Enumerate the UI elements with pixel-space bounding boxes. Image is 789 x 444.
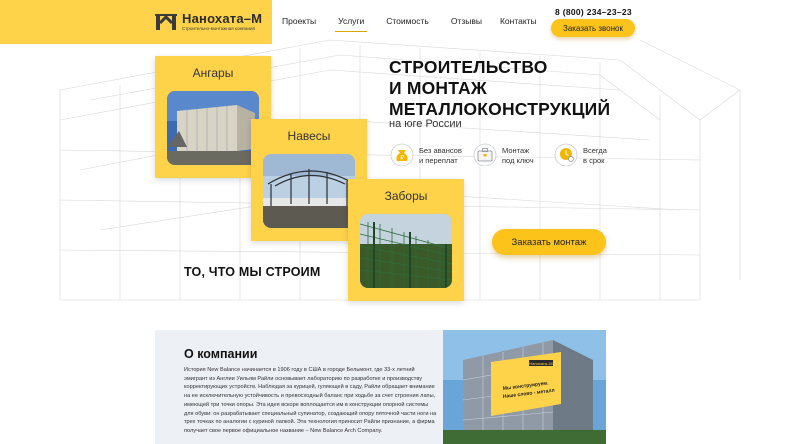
nav-reviews[interactable]: Отзывы	[451, 16, 482, 26]
hero-subtitle: на юге России	[389, 118, 462, 130]
money-bag-icon: ₽	[390, 143, 414, 166]
call-request-button[interactable]: Заказать звонок	[551, 19, 635, 37]
nav-services[interactable]: Услуги	[335, 16, 368, 32]
hero-title-line-1: СТРОИТЕЛЬСТВО	[389, 57, 548, 77]
service-card-fences[interactable]: Заборы	[348, 179, 464, 301]
service-card-title: Ангары	[192, 66, 234, 80]
about-section: О компании История New Balance начинаетс…	[155, 330, 443, 444]
feature-no-prepayment-line-1: Без авансов	[419, 146, 462, 155]
svg-text:₽: ₽	[400, 155, 404, 162]
section-title-what-we-build: ТО, ЧТО МЫ СТРОИМ	[184, 265, 321, 279]
fence-photo	[360, 214, 452, 288]
feature-on-time-line-1: Всегда	[583, 146, 607, 155]
feature-turnkey-line-2: под ключ	[502, 156, 534, 165]
feature-no-prepayment: ₽ Без авансов и переплат	[390, 142, 462, 166]
briefcase-icon	[473, 143, 497, 166]
nav-projects[interactable]: Проекты	[282, 16, 316, 26]
feature-turnkey-line-1: Монтаж	[502, 146, 530, 155]
about-text: История New Balance начинается в 1906 го…	[184, 367, 437, 434]
office-building-photo: Нанохата–М Мы конструируем. Наше слово -…	[443, 330, 606, 444]
clock-icon	[554, 143, 578, 166]
canopy-photo	[263, 154, 355, 228]
logo[interactable]: Нанохата–М Строительно-монтажная компани…	[0, 0, 272, 44]
hangar-photo	[167, 91, 259, 165]
hero-title-line-2: И МОНТАЖ	[389, 78, 487, 98]
feature-on-time-line-2: в срок	[583, 156, 605, 165]
feature-on-time: Всегда в срок	[554, 142, 607, 166]
feature-turnkey: Монтаж под ключ	[473, 142, 534, 166]
hero-title: СТРОИТЕЛЬСТВО И МОНТАЖ МЕТАЛЛОКОНСТРУКЦИ…	[389, 57, 610, 120]
about-title: О компании	[184, 347, 258, 361]
service-card-title: Заборы	[384, 189, 428, 203]
hero-title-line-3: МЕТАЛЛОКОНСТРУКЦИЙ	[389, 99, 611, 119]
banner-logo: Нанохата–М	[529, 361, 552, 366]
nav-pricing[interactable]: Стоимость	[386, 16, 429, 26]
house-logo-icon	[155, 14, 177, 30]
nav-contacts[interactable]: Контакты	[500, 16, 537, 26]
order-installation-button[interactable]: Заказать монтаж	[492, 229, 606, 255]
main-nav: Проекты Услуги Стоимость Отзывы Контакты	[282, 16, 537, 32]
logo-tagline: Строительно-монтажная компания	[182, 26, 255, 31]
phone-number[interactable]: 8 (800) 234–23–23	[555, 7, 632, 17]
logo-name: Нанохата–М	[182, 11, 263, 26]
service-card-title: Навесы	[287, 129, 331, 143]
feature-no-prepayment-line-2: и переплат	[419, 156, 458, 165]
